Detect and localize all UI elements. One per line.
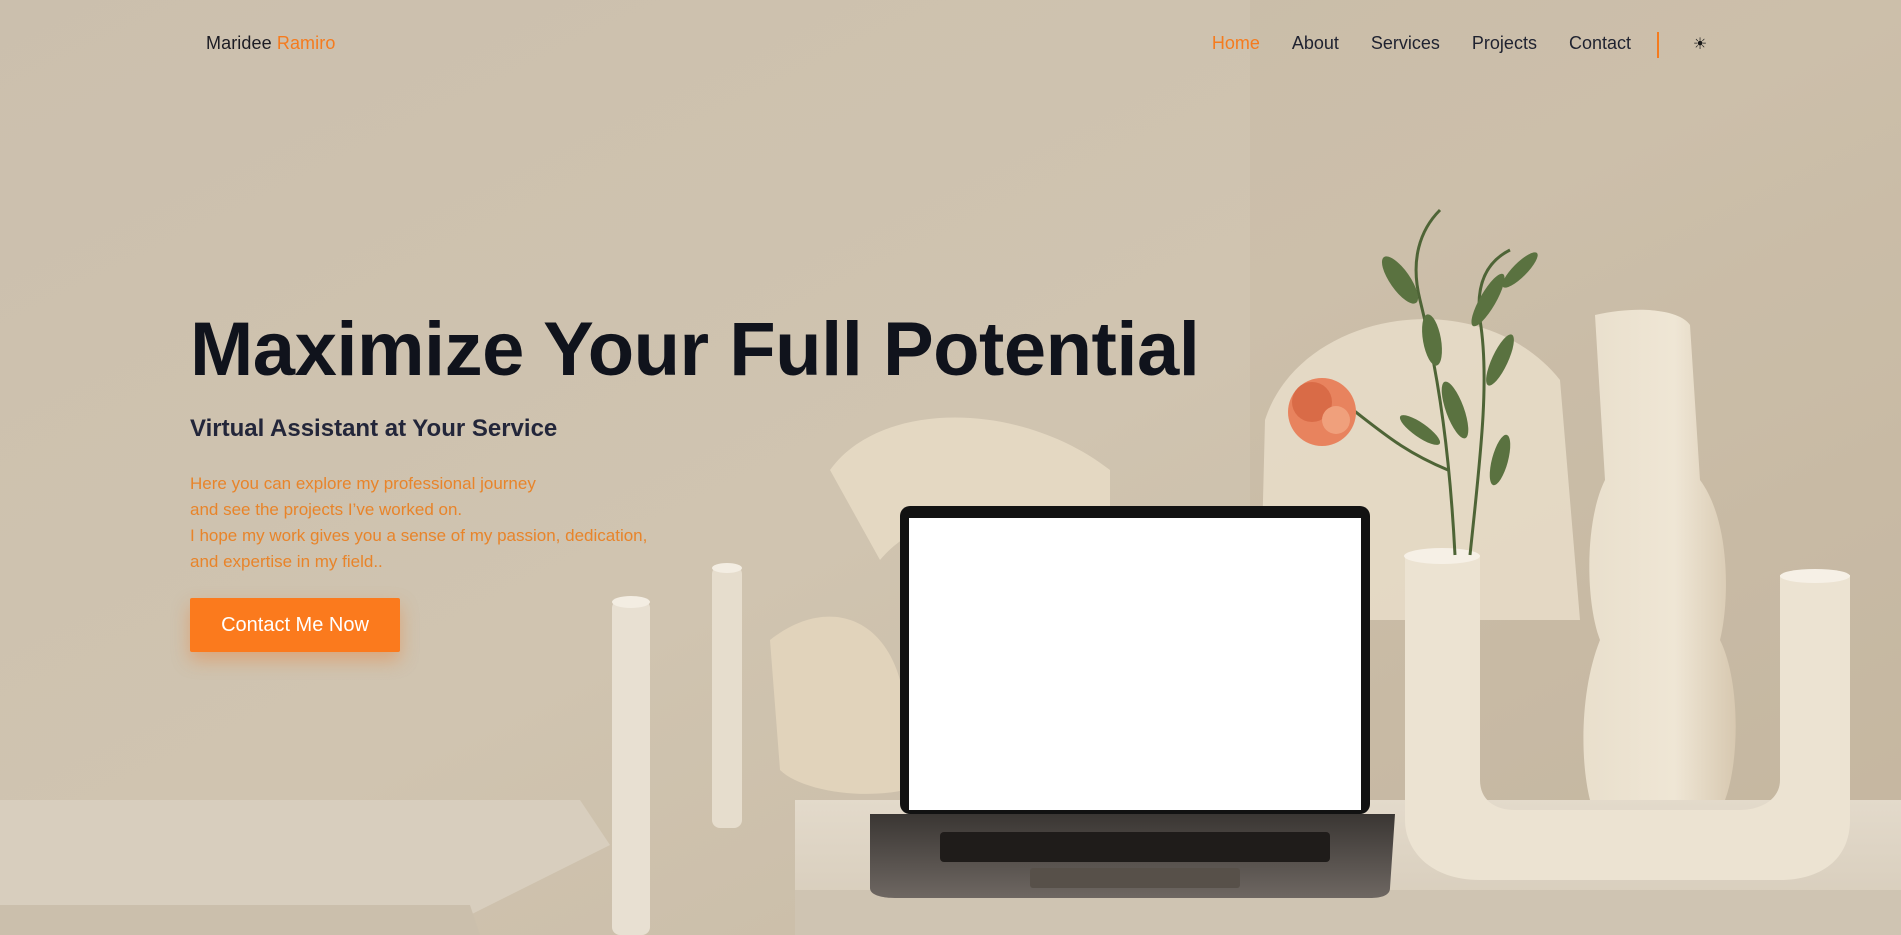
hero-title: Maximize Your Full Potential (190, 307, 1200, 392)
hero-subtitle: Virtual Assistant at Your Service (190, 415, 558, 442)
nav-home[interactable]: Home (1212, 33, 1260, 54)
logo-last-name: Ramiro (276, 33, 336, 53)
hero-intro: Here you can explore my professional jou… (190, 471, 647, 575)
nav-services[interactable]: Services (1371, 33, 1440, 54)
site-logo[interactable]: Maridee Ramiro (206, 33, 335, 54)
nav-divider (1657, 32, 1659, 58)
top-navbar: Maridee Ramiro Home About Services Proje… (0, 0, 1901, 92)
contact-me-button[interactable]: Contact Me Now (190, 598, 400, 652)
hero-background-image (0, 0, 1901, 935)
hero-section: Maximize Your Full Potential Virtual Ass… (190, 306, 1200, 571)
nav-contact[interactable]: Contact (1569, 33, 1631, 54)
nav-about[interactable]: About (1292, 33, 1339, 54)
hero-intro-line: Here you can explore my professional jou… (190, 474, 536, 493)
logo-first-name: Maridee (206, 33, 272, 53)
main-menu: Home About Services Projects Contact (1212, 33, 1631, 54)
hero-intro-line: I hope my work gives you a sense of my p… (190, 526, 648, 545)
hero-intro-line: and expertise in my field.. (190, 552, 383, 571)
nav-projects[interactable]: Projects (1472, 33, 1537, 54)
hero-intro-line: and see the projects I’ve worked on. (190, 500, 463, 519)
theme-toggle-sun-icon[interactable]: ☀ (1690, 34, 1710, 54)
